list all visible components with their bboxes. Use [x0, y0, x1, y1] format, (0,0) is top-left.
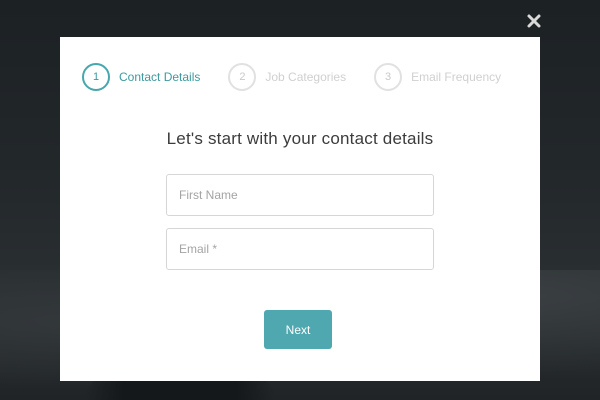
close-icon	[527, 14, 541, 28]
email-input[interactable]	[166, 228, 434, 270]
step-indicator: 1 Contact Details 2 Job Categories 3 Ema…	[82, 63, 522, 91]
step-number: 3	[374, 63, 403, 91]
step-label: Email Frequency	[411, 70, 502, 84]
first-name-input[interactable]	[166, 174, 434, 216]
step-number: 2	[228, 63, 257, 91]
step-number: 1	[82, 63, 110, 91]
close-button[interactable]	[524, 11, 544, 31]
step-label: Job Categories	[265, 70, 347, 84]
next-button[interactable]: Next	[264, 310, 332, 349]
step-job-categories[interactable]: 2 Job Categories	[228, 63, 346, 91]
step-label: Contact Details	[119, 70, 201, 84]
signup-modal: 1 Contact Details 2 Job Categories 3 Ema…	[60, 37, 540, 381]
step-contact-details[interactable]: 1 Contact Details	[82, 63, 200, 91]
modal-heading: Let's start with your contact details	[166, 129, 434, 148]
step-email-frequency[interactable]: 3 Email Frequency	[374, 63, 501, 91]
